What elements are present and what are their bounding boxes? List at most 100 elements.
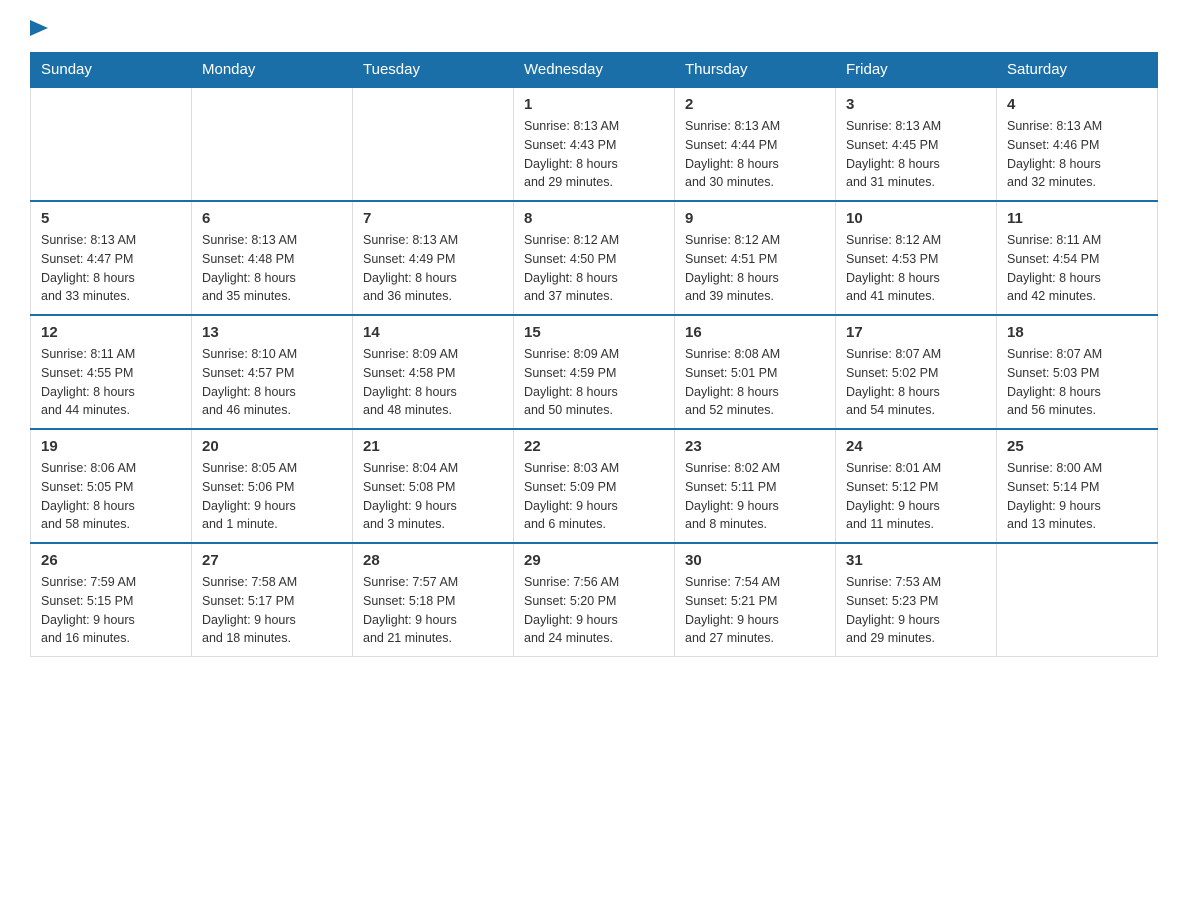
calendar-cell: [31, 87, 192, 201]
day-number: 14: [363, 324, 503, 341]
logo: [30, 20, 48, 42]
day-number: 17: [846, 324, 986, 341]
calendar-cell: 19 Sunrise: 8:06 AMSunset: 5:05 PMDayligh…: [31, 429, 192, 543]
day-info: Sunrise: 8:12 AMSunset: 4:50 PMDaylight:…: [524, 231, 664, 306]
day-info: Sunrise: 8:10 AMSunset: 4:57 PMDaylight:…: [202, 345, 342, 420]
calendar-cell: 15 Sunrise: 8:09 AMSunset: 4:59 PMDayligh…: [514, 315, 675, 429]
calendar-cell: 10 Sunrise: 8:12 AMSunset: 4:53 PMDayligh…: [836, 201, 997, 315]
calendar-cell: 6 Sunrise: 8:13 AMSunset: 4:48 PMDaylight…: [192, 201, 353, 315]
calendar-header-friday: Friday: [836, 53, 997, 88]
calendar-cell: 7 Sunrise: 8:13 AMSunset: 4:49 PMDaylight…: [353, 201, 514, 315]
calendar-week-row: 12Sunrise: 8:11 AMSunset: 4:55 PMDayligh…: [31, 315, 1158, 429]
calendar-cell: 27 Sunrise: 7:58 AMSunset: 5:17 PMDayligh…: [192, 543, 353, 657]
day-number: 11: [1007, 210, 1147, 227]
day-info: Sunrise: 8:13 AMSunset: 4:45 PMDaylight:…: [846, 117, 986, 192]
day-info: Sunrise: 8:08 AMSunset: 5:01 PMDaylight:…: [685, 345, 825, 420]
calendar-cell: 1 Sunrise: 8:13 AMSunset: 4:43 PMDaylight…: [514, 87, 675, 201]
day-info: Sunrise: 8:04 AMSunset: 5:08 PMDaylight:…: [363, 459, 503, 534]
day-number: 5: [41, 210, 181, 227]
day-info: Sunrise: 8:03 AMSunset: 5:09 PMDaylight:…: [524, 459, 664, 534]
day-number: 25: [1007, 438, 1147, 455]
calendar-header-saturday: Saturday: [997, 53, 1158, 88]
day-number: 8: [524, 210, 664, 227]
calendar-week-row: 19 Sunrise: 8:06 AMSunset: 5:05 PMDayligh…: [31, 429, 1158, 543]
calendar-header-wednesday: Wednesday: [514, 53, 675, 88]
calendar-cell: 2Sunrise: 8:13 AMSunset: 4:44 PMDaylight…: [675, 87, 836, 201]
day-number: 23: [685, 438, 825, 455]
day-number: 19: [41, 438, 181, 455]
day-number: 21: [363, 438, 503, 455]
day-info: Sunrise: 7:59 AMSunset: 5:15 PMDaylight:…: [41, 573, 181, 648]
calendar-cell: 12Sunrise: 8:11 AMSunset: 4:55 PMDayligh…: [31, 315, 192, 429]
day-number: 20: [202, 438, 342, 455]
calendar-cell: 31 Sunrise: 7:53 AMSunset: 5:23 PMDayligh…: [836, 543, 997, 657]
day-info: Sunrise: 8:09 AMSunset: 4:59 PMDaylight:…: [524, 345, 664, 420]
calendar-cell: 17 Sunrise: 8:07 AMSunset: 5:02 PMDayligh…: [836, 315, 997, 429]
day-number: 24: [846, 438, 986, 455]
calendar-cell: 21 Sunrise: 8:04 AMSunset: 5:08 PMDayligh…: [353, 429, 514, 543]
day-info: Sunrise: 8:09 AMSunset: 4:58 PMDaylight:…: [363, 345, 503, 420]
calendar-cell: 5 Sunrise: 8:13 AMSunset: 4:47 PMDaylight…: [31, 201, 192, 315]
day-number: 31: [846, 552, 986, 569]
day-number: 15: [524, 324, 664, 341]
calendar-cell: 13 Sunrise: 8:10 AMSunset: 4:57 PMDayligh…: [192, 315, 353, 429]
calendar-header-row: SundayMondayTuesdayWednesdayThursdayFrid…: [31, 53, 1158, 88]
day-info: Sunrise: 8:13 AMSunset: 4:43 PMDaylight:…: [524, 117, 664, 192]
day-info: Sunrise: 8:13 AMSunset: 4:48 PMDaylight:…: [202, 231, 342, 306]
day-number: 22: [524, 438, 664, 455]
day-number: 6: [202, 210, 342, 227]
day-info: Sunrise: 8:12 AMSunset: 4:53 PMDaylight:…: [846, 231, 986, 306]
day-info: Sunrise: 8:11 AMSunset: 4:55 PMDaylight:…: [41, 345, 181, 420]
day-info: Sunrise: 8:06 AMSunset: 5:05 PMDaylight:…: [41, 459, 181, 534]
day-info: Sunrise: 8:11 AMSunset: 4:54 PMDaylight:…: [1007, 231, 1147, 306]
calendar-cell: 16 Sunrise: 8:08 AMSunset: 5:01 PMDayligh…: [675, 315, 836, 429]
day-info: Sunrise: 7:53 AMSunset: 5:23 PMDaylight:…: [846, 573, 986, 648]
calendar-week-row: 26 Sunrise: 7:59 AMSunset: 5:15 PMDayligh…: [31, 543, 1158, 657]
day-number: 26: [41, 552, 181, 569]
day-info: Sunrise: 8:00 AMSunset: 5:14 PMDaylight:…: [1007, 459, 1147, 534]
calendar-cell: 14 Sunrise: 8:09 AMSunset: 4:58 PMDayligh…: [353, 315, 514, 429]
day-number: 7: [363, 210, 503, 227]
calendar-header-sunday: Sunday: [31, 53, 192, 88]
calendar-week-row: 1 Sunrise: 8:13 AMSunset: 4:43 PMDaylight…: [31, 87, 1158, 201]
day-info: Sunrise: 8:05 AMSunset: 5:06 PMDaylight:…: [202, 459, 342, 534]
day-info: Sunrise: 7:54 AMSunset: 5:21 PMDaylight:…: [685, 573, 825, 648]
calendar-cell: 18 Sunrise: 8:07 AMSunset: 5:03 PMDayligh…: [997, 315, 1158, 429]
logo-flag-icon: [30, 20, 48, 42]
day-info: Sunrise: 7:58 AMSunset: 5:17 PMDaylight:…: [202, 573, 342, 648]
calendar-cell: 24Sunrise: 8:01 AMSunset: 5:12 PMDayligh…: [836, 429, 997, 543]
calendar-cell: 23 Sunrise: 8:02 AMSunset: 5:11 PMDayligh…: [675, 429, 836, 543]
day-number: 4: [1007, 96, 1147, 113]
calendar-cell: 3 Sunrise: 8:13 AMSunset: 4:45 PMDaylight…: [836, 87, 997, 201]
day-info: Sunrise: 8:13 AMSunset: 4:44 PMDaylight:…: [685, 117, 825, 192]
day-info: Sunrise: 7:56 AMSunset: 5:20 PMDaylight:…: [524, 573, 664, 648]
day-number: 10: [846, 210, 986, 227]
day-number: 29: [524, 552, 664, 569]
calendar-cell: 11 Sunrise: 8:11 AMSunset: 4:54 PMDayligh…: [997, 201, 1158, 315]
calendar-cell: 20 Sunrise: 8:05 AMSunset: 5:06 PMDayligh…: [192, 429, 353, 543]
day-info: Sunrise: 8:13 AMSunset: 4:47 PMDaylight:…: [41, 231, 181, 306]
day-info: Sunrise: 8:07 AMSunset: 5:02 PMDaylight:…: [846, 345, 986, 420]
page-header: [30, 20, 1158, 42]
calendar-cell: 8 Sunrise: 8:12 AMSunset: 4:50 PMDaylight…: [514, 201, 675, 315]
day-number: 1: [524, 96, 664, 113]
day-number: 3: [846, 96, 986, 113]
calendar-header-monday: Monday: [192, 53, 353, 88]
day-number: 27: [202, 552, 342, 569]
calendar-cell: 30 Sunrise: 7:54 AMSunset: 5:21 PMDayligh…: [675, 543, 836, 657]
day-info: Sunrise: 8:02 AMSunset: 5:11 PMDaylight:…: [685, 459, 825, 534]
calendar-cell: 25 Sunrise: 8:00 AMSunset: 5:14 PMDayligh…: [997, 429, 1158, 543]
calendar-cell: [353, 87, 514, 201]
day-info: Sunrise: 8:13 AMSunset: 4:49 PMDaylight:…: [363, 231, 503, 306]
day-number: 28: [363, 552, 503, 569]
day-number: 16: [685, 324, 825, 341]
calendar-cell: 4Sunrise: 8:13 AMSunset: 4:46 PMDaylight…: [997, 87, 1158, 201]
day-info: Sunrise: 8:07 AMSunset: 5:03 PMDaylight:…: [1007, 345, 1147, 420]
day-number: 13: [202, 324, 342, 341]
day-number: 30: [685, 552, 825, 569]
calendar-cell: [192, 87, 353, 201]
calendar-cell: 29 Sunrise: 7:56 AMSunset: 5:20 PMDayligh…: [514, 543, 675, 657]
day-info: Sunrise: 7:57 AMSunset: 5:18 PMDaylight:…: [363, 573, 503, 648]
calendar-cell: 28 Sunrise: 7:57 AMSunset: 5:18 PMDayligh…: [353, 543, 514, 657]
day-number: 18: [1007, 324, 1147, 341]
